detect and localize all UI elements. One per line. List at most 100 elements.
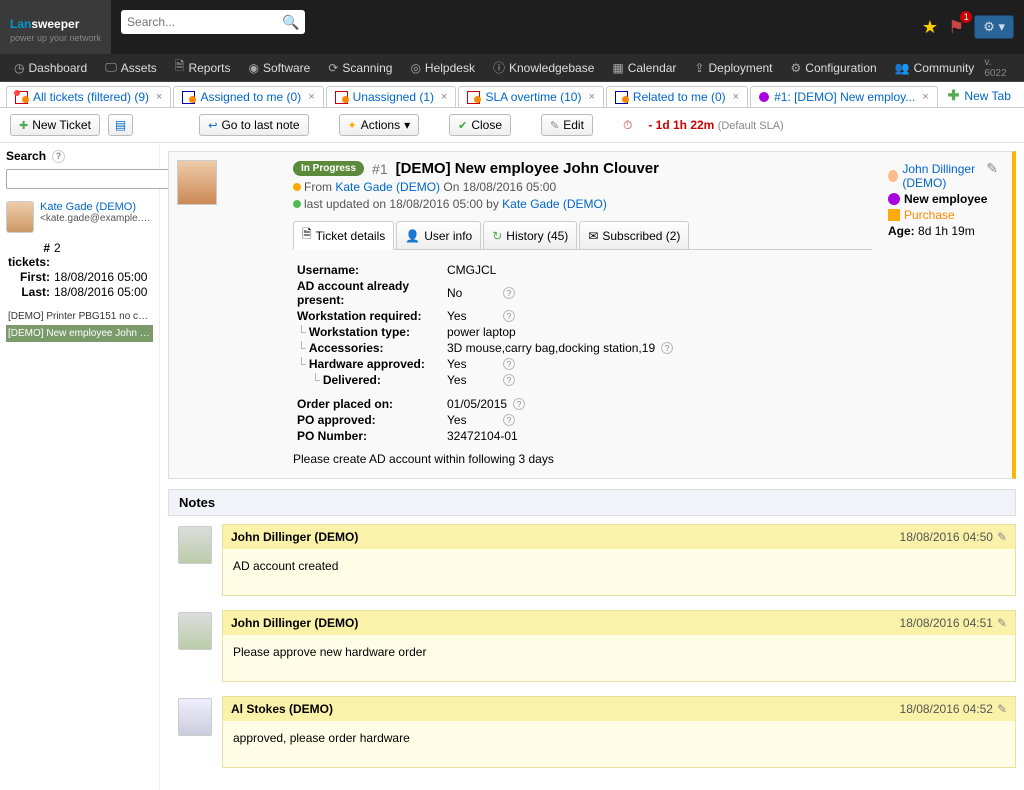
close-icon[interactable]: × (156, 91, 162, 103)
layout-icon: ▤ (115, 118, 126, 132)
goto-last-note-button[interactable]: ↩Go to last note (199, 114, 308, 136)
close-icon[interactable]: × (588, 91, 594, 103)
close-ticket-button[interactable]: ✔Close (449, 114, 511, 136)
tab-user-info[interactable]: 👤User info (396, 221, 481, 250)
tab-all-tickets[interactable]: All tickets (filtered) (9)× (6, 86, 171, 107)
settings-menu[interactable]: ⚙ ▾ (974, 15, 1014, 39)
logo-sub: power up your network (10, 33, 101, 43)
edit-icon[interactable]: ✎ (997, 616, 1007, 630)
updater-link[interactable]: Kate Gade (DEMO) (502, 197, 607, 211)
edit-icon[interactable]: ✎ (986, 160, 998, 177)
close-icon[interactable]: × (441, 91, 447, 103)
tab-ticket-details[interactable]: 🗎Ticket details (293, 221, 394, 250)
tab-assigned[interactable]: Assigned to me (0)× (173, 86, 323, 107)
tab-unassigned[interactable]: Unassigned (1)× (326, 86, 457, 107)
note-timestamp: 18/08/2016 04:51 (900, 616, 993, 630)
tag-icon (888, 193, 900, 205)
edit-ticket-button[interactable]: ✎Edit (541, 114, 593, 136)
from-user-link[interactable]: Kate Gade (DEMO) (335, 180, 440, 194)
nav-scanning[interactable]: ⟳Scanning (320, 57, 400, 79)
toggle-layout-button[interactable]: ▤ (108, 114, 133, 136)
help-icon[interactable]: ? (661, 342, 673, 354)
gauge-icon: ◷ (14, 61, 24, 75)
edit-icon[interactable]: ✎ (997, 702, 1007, 716)
ticket-icon (467, 91, 480, 104)
tab-related[interactable]: Related to me (0)× (606, 86, 748, 107)
ticket-icon (15, 91, 28, 104)
history-icon: ↻ (492, 229, 502, 243)
info-icon: ⓘ (493, 59, 505, 76)
note-item: John Dillinger (DEMO)18/08/2016 04:50✎ A… (168, 524, 1016, 596)
ticket-description: Please create AD account within followin… (293, 452, 872, 466)
tab-sla-overtime[interactable]: SLA overtime (10)× (458, 86, 603, 107)
help-icon[interactable]: ? (503, 287, 515, 299)
dot-icon (759, 92, 769, 102)
global-search[interactable]: 🔍 (121, 10, 305, 34)
close-icon[interactable]: × (922, 91, 928, 103)
notif-badge: 1 (960, 11, 972, 23)
disc-icon: ◉ (248, 61, 258, 75)
purchase-link[interactable]: Purchase (888, 208, 1006, 222)
sidebar-search-heading: Search? (6, 149, 153, 163)
actions-menu-button[interactable]: ✦Actions ▾ (339, 114, 420, 136)
tab-history[interactable]: ↻History (45) (483, 221, 577, 250)
ticket-title: [DEMO] New employee John Clouver (396, 160, 659, 177)
dot-icon (293, 183, 301, 191)
nav-dashboard[interactable]: ◷Dashboard (6, 57, 95, 79)
dot-icon (293, 200, 301, 208)
notification-icon[interactable]: ⚑1 (948, 17, 964, 38)
nav-assets[interactable]: 🖵Assets (97, 56, 165, 79)
new-ticket-button[interactable]: ✚New Ticket (10, 114, 100, 136)
requester-name[interactable]: Kate Gade (DEMO) (40, 201, 153, 213)
ticket-icon (335, 91, 348, 104)
edit-icon[interactable]: ✎ (997, 530, 1007, 544)
person-icon (888, 170, 898, 182)
requester-block: Kate Gade (DEMO) <kate.gade@example.or..… (6, 201, 153, 233)
life-ring-icon: ◎ (410, 61, 420, 75)
help-icon[interactable]: ? (52, 150, 65, 163)
avatar (177, 160, 217, 205)
favorite-icon[interactable]: ★ (922, 17, 938, 38)
tab-new[interactable]: ✚New Tab (940, 84, 1019, 107)
nav-knowledgebase[interactable]: ⓘKnowledgebase (485, 55, 602, 80)
sidebar-ticket-item[interactable]: [DEMO] New employee John Cl.. (6, 325, 153, 342)
open-tabs: All tickets (filtered) (9)× Assigned to … (0, 82, 1024, 108)
nav-configuration[interactable]: ⚙Configuration (783, 57, 885, 79)
help-icon[interactable]: ? (503, 358, 515, 370)
chevron-down-icon: ▾ (404, 118, 410, 132)
help-icon[interactable]: ? (503, 310, 515, 322)
logo-part2: sweeper (31, 17, 79, 31)
sidebar-search-input[interactable] (6, 169, 171, 189)
note-body-text: AD account created (223, 549, 1015, 595)
nav-software[interactable]: ◉Software (240, 57, 318, 79)
logo: Lansweeper power up your network (0, 0, 111, 54)
search-input[interactable] (127, 15, 282, 29)
avatar (178, 698, 212, 736)
version-label: v. 6022 (984, 57, 1018, 79)
close-icon[interactable]: × (733, 91, 739, 103)
help-icon[interactable]: ? (503, 374, 515, 386)
sidebar-ticket-item[interactable]: [DEMO] Printer PBG151 no conn.. (6, 308, 153, 325)
ticket-header-block: In Progress #1 [DEMO] New employee John … (168, 151, 1016, 479)
scan-icon: ⟳ (328, 61, 338, 75)
note-timestamp: 18/08/2016 04:50 (900, 530, 993, 544)
arrow-icon: ↩ (208, 119, 217, 132)
gear-icon: ⚙ (791, 61, 802, 75)
tab-subscribed[interactable]: ✉Subscribed (2) (579, 221, 689, 250)
tab-current-ticket[interactable]: #1: [DEMO] New employ...× (750, 86, 938, 107)
search-icon[interactable]: 🔍 (282, 14, 299, 31)
help-icon[interactable]: ? (503, 414, 515, 426)
nav-reports[interactable]: 🗎Reports (167, 53, 239, 82)
avatar (178, 612, 212, 650)
nav-helpdesk[interactable]: ◎Helpdesk (402, 57, 483, 79)
nav-deployment[interactable]: ⇪Deployment (686, 57, 780, 79)
ticket-number: #1 (372, 161, 388, 177)
sla-overdue-value: - 1d 1h 22m (Default SLA) (648, 118, 783, 132)
nav-community[interactable]: 👥Community (887, 57, 983, 79)
close-icon[interactable]: × (308, 91, 314, 103)
nav-calendar[interactable]: ▦Calendar (604, 57, 684, 79)
age-line: Age: 8d 1h 19m (888, 224, 1006, 238)
note-timestamp: 18/08/2016 04:52 (900, 702, 993, 716)
help-icon[interactable]: ? (513, 398, 525, 410)
ticket-fields: Username:CMGJCL AD account already prese… (297, 262, 872, 444)
